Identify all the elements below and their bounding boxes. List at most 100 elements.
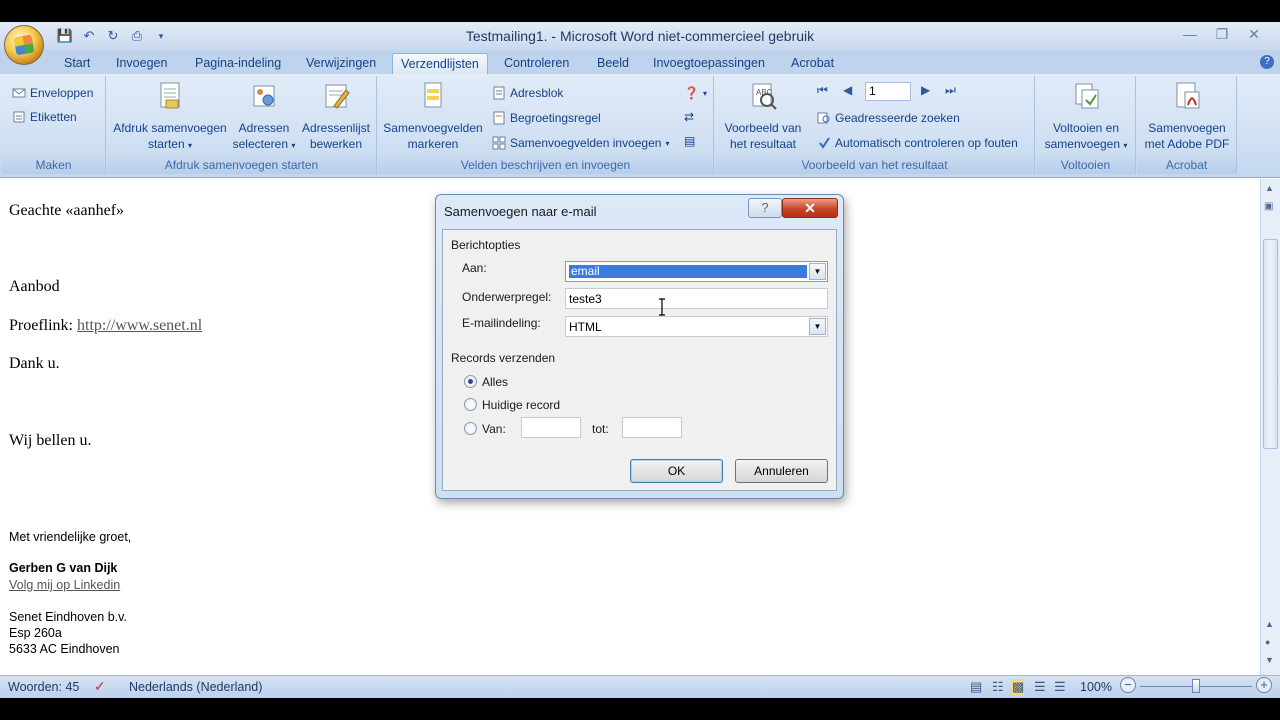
browse-object-icon[interactable]: ● — [1265, 637, 1270, 647]
doc-bellen: Wij bellen u. — [9, 432, 92, 449]
zoom-out-icon[interactable]: − — [1120, 677, 1136, 693]
tab-controleren[interactable]: Controleren — [502, 53, 571, 74]
tab-verzendlijsten[interactable]: Verzendlijsten — [392, 53, 488, 74]
afdruk-samenvoegen-starten-button[interactable]: Afdruk samenvoegen starten ▾ — [109, 80, 231, 154]
tab-acrobat[interactable]: Acrobat — [789, 53, 836, 74]
geadresseerde-zoeken-button[interactable]: Geadresseerde zoeken — [817, 109, 960, 127]
chevron-down-icon[interactable]: ▼ — [809, 318, 826, 335]
office-button[interactable] — [4, 25, 44, 65]
samenvoegvelden-markeren-button[interactable]: Samenvoegvelden markeren — [382, 80, 484, 152]
match-fields-icon[interactable]: ⇄ — [684, 108, 694, 126]
dialog-title: Samenvoegen naar e-mail — [444, 204, 597, 219]
tot-input[interactable] — [622, 417, 682, 438]
tab-invoegtoepassingen[interactable]: Invoegtoepassingen — [651, 53, 767, 74]
tab-pagina-indeling[interactable]: Pagina-indeling — [193, 53, 283, 74]
aan-select[interactable]: email ▼ — [565, 261, 828, 282]
scroll-up-icon[interactable]: ▲ — [1265, 183, 1274, 193]
adresblok-button[interactable]: Adresblok — [492, 84, 563, 102]
record-number-input[interactable]: 1 — [865, 82, 911, 101]
ribbon-tabs: Start Invoegen Pagina-indeling Verwijzin… — [0, 50, 1280, 74]
word-count[interactable]: Woorden: 45 — [8, 680, 79, 694]
group-voorbeeld: ABC Voorbeeld van het resultaat ⏮ ◀ 1 ▶ … — [715, 76, 1035, 174]
begroetingsregel-button[interactable]: Begroetingsregel — [492, 109, 601, 127]
check-errors-icon — [819, 137, 830, 149]
group-maken: Enveloppen Etiketten Maken — [2, 76, 106, 174]
update-labels-icon[interactable]: ▤ — [684, 132, 695, 150]
tab-start[interactable]: Start — [62, 53, 92, 74]
samenvoegvelden-invoegen-button[interactable]: Samenvoegvelden invoegen ▾ — [492, 134, 669, 152]
vertical-scrollbar[interactable]: ▲ ▣ ▲ ● ▼ — [1260, 179, 1280, 677]
onderwerpregel-label: Onderwerpregel: — [462, 290, 552, 304]
radio-alles-label: Alles — [482, 375, 509, 389]
chevron-down-icon[interactable]: ▼ — [809, 263, 826, 280]
next-page-icon[interactable]: ▼ — [1265, 655, 1274, 665]
label-icon — [13, 111, 25, 123]
close-window-icon[interactable]: ✕ — [1242, 24, 1266, 44]
last-record-icon[interactable]: ⏭ — [945, 83, 956, 98]
previous-record-icon[interactable]: ◀ — [843, 83, 852, 97]
radio-van[interactable] — [464, 422, 477, 435]
voltooien-line2: samenvoegen — [1044, 137, 1121, 151]
ok-button[interactable]: OK — [630, 459, 723, 483]
zoom-in-icon[interactable]: + — [1256, 677, 1272, 693]
first-record-icon[interactable]: ⏮ — [817, 83, 828, 98]
draft-icon[interactable]: ☰ — [1054, 679, 1066, 695]
restore-icon[interactable]: ❐ — [1210, 24, 1234, 44]
doc-naam: Gerben G van Dijk — [9, 561, 118, 575]
proofing-icon[interactable]: ✓ — [94, 678, 106, 695]
zoom-level[interactable]: 100% — [1080, 680, 1112, 694]
previous-page-icon[interactable]: ▲ — [1265, 619, 1274, 629]
emailindeling-select[interactable]: HTML ▼ — [565, 316, 828, 337]
tab-beeld[interactable]: Beeld — [595, 53, 631, 74]
onderwerpregel-input[interactable]: teste3 — [565, 288, 828, 309]
etiketten-button[interactable]: Etiketten — [12, 108, 77, 126]
lijst-line1: Adressenlijst — [301, 121, 371, 135]
address-block-icon — [493, 86, 505, 100]
annuleren-button[interactable]: Annuleren — [735, 459, 828, 483]
radio-huidige-record-label: Huidige record — [482, 398, 561, 412]
tab-verwijzingen[interactable]: Verwijzingen — [304, 53, 378, 74]
print-layout-icon[interactable]: ▤ — [970, 679, 982, 695]
web-layout-icon[interactable]: ▩ — [1012, 679, 1025, 695]
tab-invoegen[interactable]: Invoegen — [114, 53, 169, 74]
group-label-voorbeeld: Voorbeeld van het resultaat — [715, 157, 1034, 174]
samenvoegen-adobe-pdf-button[interactable]: Samenvoegen met Adobe PDF — [1139, 80, 1235, 152]
radio-huidige-record[interactable] — [464, 398, 477, 411]
ruler-toggle-icon[interactable]: ▣ — [1264, 201, 1273, 212]
envelope-icon — [12, 88, 26, 98]
dialog-help-button[interactable]: ? — [748, 198, 782, 218]
aan-select-value: email — [569, 265, 807, 278]
doc-linkedin-link[interactable]: Volg mij op Linkedin — [9, 578, 120, 592]
section-records-verzenden: Records verzenden — [451, 351, 556, 365]
enveloppen-button[interactable]: Enveloppen — [12, 84, 93, 102]
rules-icon[interactable]: ❓ ▾ — [684, 84, 707, 102]
insert-field-icon — [492, 136, 506, 150]
voltooien-line1: Voltooien en — [1052, 121, 1120, 135]
adressenlijst-bewerken-button[interactable]: Adressenlijst bewerken — [297, 80, 375, 152]
voltooien-samenvoegen-button[interactable]: Voltooien en samenvoegen ▾ — [1038, 80, 1134, 154]
minimize-icon[interactable]: — — [1178, 24, 1202, 44]
adressen-selecteren-button[interactable]: Adressen selecteren ▾ — [231, 80, 297, 154]
voorbeeld-resultaat-button[interactable]: ABC Voorbeeld van het resultaat — [719, 80, 807, 152]
full-screen-reading-icon[interactable]: ☷ — [992, 679, 1004, 695]
dialog-close-button[interactable]: ✕ — [782, 198, 838, 218]
van-input[interactable] — [521, 417, 581, 438]
language-indicator[interactable]: Nederlands (Nederland) — [129, 680, 262, 694]
radio-alles[interactable] — [464, 375, 477, 388]
zoom-slider-thumb[interactable] — [1192, 679, 1200, 693]
group-velden: Samenvoegvelden markeren Adresblok Begro… — [378, 76, 714, 174]
doc-bedrijf: Senet Eindhoven b.v. — [9, 610, 127, 624]
text-cursor-icon — [659, 298, 665, 316]
help-icon[interactable]: ? — [1260, 55, 1274, 69]
automatisch-controleren-button[interactable]: Automatisch controleren op fouten — [817, 134, 1018, 152]
find-recipient-icon — [817, 112, 830, 124]
office-logo-icon — [13, 34, 35, 56]
markeren-line1: Samenvoegvelden — [383, 121, 483, 135]
dropdown-arrow-icon: ▾ — [291, 141, 296, 150]
voorbeeld-line2: het resultaat — [729, 137, 797, 151]
scroll-thumb[interactable] — [1263, 239, 1278, 449]
outline-icon[interactable]: ☰ — [1034, 679, 1046, 695]
next-record-icon[interactable]: ▶ — [921, 83, 930, 97]
group-voltooien: Voltooien en samenvoegen ▾ Voltooien — [1036, 76, 1136, 174]
doc-proeflink-url[interactable]: http://www.senet.nl — [77, 317, 202, 334]
